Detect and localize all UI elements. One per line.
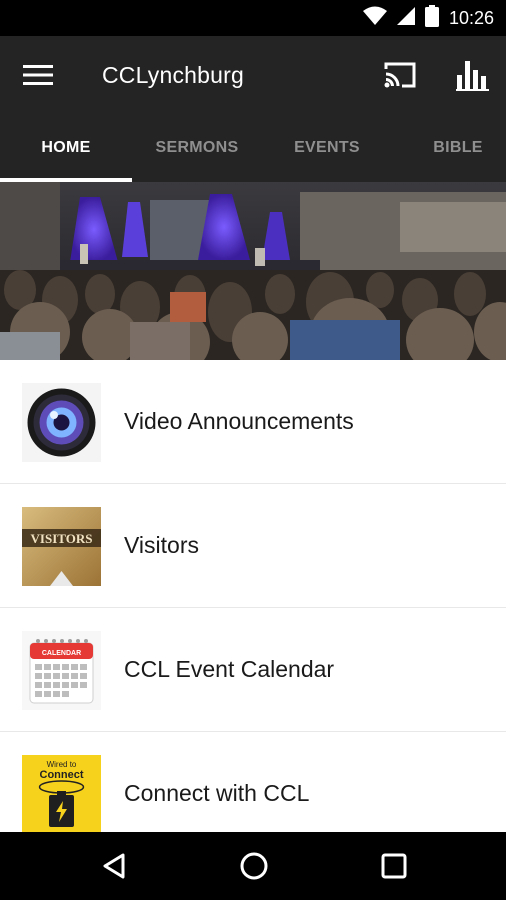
wired-to-connect-icon: Wired to Connect bbox=[22, 755, 101, 834]
visitors-banner-icon: VISITORS bbox=[22, 507, 101, 586]
menu-button[interactable] bbox=[18, 58, 58, 92]
stats-button[interactable] bbox=[452, 56, 494, 94]
recents-square-icon bbox=[381, 853, 407, 879]
status-bar: 10:26 bbox=[0, 0, 506, 36]
connect-thumb-line1: Wired to bbox=[47, 760, 77, 769]
back-button[interactable] bbox=[92, 846, 136, 886]
list-item-video-announcements[interactable]: Video Announcements bbox=[0, 360, 506, 484]
tab-home[interactable]: HOME bbox=[3, 114, 129, 182]
tab-bible[interactable]: BIBLE bbox=[395, 114, 506, 182]
hamburger-menu-icon bbox=[23, 65, 53, 85]
home-button[interactable] bbox=[232, 846, 276, 886]
cast-icon bbox=[384, 62, 416, 88]
connect-thumb-line2: Connect bbox=[40, 769, 84, 781]
visitors-thumb-text: VISITORS bbox=[31, 531, 93, 546]
system-navigation-bar bbox=[0, 832, 506, 900]
tab-bar: HOME SERMONS EVENTS BIBLE bbox=[0, 114, 506, 182]
tab-events[interactable]: EVENTS bbox=[264, 114, 390, 182]
cast-button[interactable] bbox=[380, 56, 420, 94]
list-item-label: Visitors bbox=[124, 532, 199, 558]
list-item-visitors[interactable]: VISITORS Visitors bbox=[0, 484, 506, 608]
status-time: 10:26 bbox=[448, 7, 494, 28]
list-item-label: Video Announcements bbox=[124, 408, 354, 434]
app-bar: CCLynchburg bbox=[0, 36, 506, 114]
calendar-icon: CALENDAR bbox=[22, 631, 101, 710]
cellular-signal-icon bbox=[396, 6, 415, 31]
list-item-label: CCL Event Calendar bbox=[124, 656, 335, 682]
home-list: Video Announcements VISITORS Visitors CA… bbox=[0, 360, 506, 856]
home-circle-icon bbox=[240, 852, 268, 880]
list-item-ccl-event-calendar[interactable]: CALENDAR CCL Event Calendar bbox=[0, 608, 506, 732]
camera-lens-icon bbox=[22, 383, 101, 462]
tab-sermons[interactable]: SERMONS bbox=[134, 114, 260, 182]
recents-button[interactable] bbox=[372, 846, 416, 886]
battery-icon bbox=[424, 4, 439, 32]
calendar-thumb-text: CALENDAR bbox=[42, 650, 81, 657]
hero-image bbox=[0, 182, 506, 360]
wifi-icon bbox=[362, 6, 387, 31]
bar-chart-icon bbox=[456, 61, 489, 91]
back-triangle-icon bbox=[103, 853, 125, 879]
app-title: CCLynchburg bbox=[102, 62, 244, 88]
